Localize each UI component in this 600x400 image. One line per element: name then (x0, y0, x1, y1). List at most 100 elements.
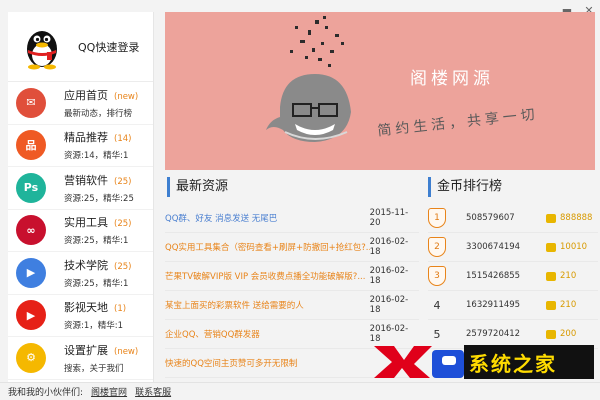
video-icon: ▶ (16, 257, 46, 288)
creative-cloud-icon: ∞ (16, 215, 46, 246)
gold-coin-icon (546, 271, 556, 281)
gold-coin-icon (546, 329, 556, 339)
sidebar-item-title: 技术学院 (25) (64, 257, 131, 273)
sidebar-item[interactable]: ▶ 影视天地 (1) 资源:1，精华:1 (8, 295, 153, 337)
resource-date: 2016-02-18 (369, 237, 409, 257)
ranking-qq-number: 2579720412 (466, 329, 521, 339)
sidebar-item-label: 精品推荐 (64, 131, 108, 145)
sidebar-item-title: 设置扩展 (new) (64, 342, 138, 358)
resource-row[interactable]: 某宝上面买的彩票软件 送给需要的人 2016-02-18 (165, 291, 419, 320)
ranking-qq-number: 508579607 (466, 213, 515, 223)
sidebar-item-count: (25) (114, 176, 132, 187)
sidebar-item-subtitle: 资源:25，精华:25 (64, 193, 134, 204)
sidebar-item-label: 营销软件 (64, 173, 108, 187)
sidebar-item-count: (25) (114, 219, 132, 230)
sidebar-item-text: 设置扩展 (new) 搜索，关于我们 (64, 342, 138, 374)
resource-title-link[interactable]: 企业QQ、营销QQ群发器 (165, 328, 370, 340)
sidebar-item[interactable]: ∞ 实用工具 (25) 资源:25，精华:1 (8, 210, 153, 252)
ranking-row: 2 3300674194 10010 (428, 233, 598, 262)
ranking-row: 3 1515426855 210 (428, 262, 598, 291)
sidebar-item-label: 技术学院 (64, 258, 108, 272)
youtube-icon: ▶ (16, 300, 46, 331)
sidebar-item-text: 应用首页 (new) 最新动态，排行榜 (64, 87, 138, 119)
ranking-coin-score: 200 (560, 329, 577, 339)
sidebar-item-count: (25) (114, 261, 132, 272)
ranking-row: 4 1632911495 210 (428, 291, 598, 320)
sidebar-item-title: 应用首页 (new) (64, 87, 138, 103)
nav-menu: ✉ 应用首页 (new) 最新动态，排行榜 品 精品推荐 (14) 资源:14，… (8, 82, 153, 380)
resource-title-link[interactable]: 快速的QQ空间主页赞可多开无限制 (165, 357, 370, 369)
qq-login-button[interactable]: QQ快速登录 (8, 12, 153, 82)
sidebar-item-title: 实用工具 (25) (64, 214, 131, 230)
resource-date: 2016-02-18 (369, 266, 409, 286)
sidebar-item-label: 应用首页 (64, 88, 108, 102)
mail-icon: ✉ (16, 87, 46, 118)
contact-support-link[interactable]: 联系客服 (135, 385, 171, 398)
resource-title-link[interactable]: 芒果TV破解VIP版 VIP 会员收费点播全功能破解版?... (165, 270, 370, 282)
ranking-coin-score: 10010 (560, 242, 588, 252)
medal-rank-icon: 2 (428, 237, 446, 257)
photoshop-icon: Ps (16, 172, 46, 203)
sidebar-item-subtitle: 资源:25，精华:1 (64, 236, 129, 247)
official-site-link[interactable]: 阁楼官网 (91, 385, 127, 398)
sidebar-item-label: 设置扩展 (64, 343, 108, 357)
rank-number: 5 (433, 327, 441, 341)
sidebar-item-title: 精品推荐 (14) (64, 129, 131, 145)
resource-row[interactable]: QQ群、好友 消息发送 无尾巴 2015-11-20 (165, 204, 419, 233)
medal-rank-icon: 1 (428, 208, 446, 228)
sidebar-item-text: 精品推荐 (14) 资源:14，精华:1 (64, 129, 131, 161)
ranking-coin-score: 210 (560, 300, 577, 310)
ranking-coin-score: 210 (560, 271, 577, 281)
ranking-qq-number: 1515426855 (466, 271, 521, 281)
sidebar-item-count: (new) (114, 91, 139, 102)
sidebar-item-subtitle: 最新动态，排行榜 (64, 108, 133, 119)
login-label: QQ快速登录 (78, 40, 140, 54)
watermark-text: 系统之家 (469, 352, 557, 376)
sidebar-item-count: (new) (114, 346, 139, 357)
xp-watermark-logo: 系统之家 (372, 342, 594, 380)
resource-date: 2016-02-18 (369, 295, 409, 315)
resource-row[interactable]: 芒果TV破解VIP版 VIP 会员收费点播全功能破解版?... 2016-02-… (165, 262, 419, 291)
sidebar-item[interactable]: ⚙ 设置扩展 (new) 搜索，关于我们 (8, 337, 153, 380)
whale-mascot-illustration (266, 16, 351, 142)
brand-title: 阁楼网源 (410, 69, 494, 89)
sidebar-item-subtitle: 资源:14，精华:1 (64, 151, 129, 162)
sidebar-item-label: 影视天地 (64, 301, 108, 315)
sidebar-item-text: 营销软件 (25) 资源:25，精华:25 (64, 172, 134, 204)
resource-row[interactable]: QQ实用工具集合（密码查看+刷屏+防撤回+抢红包?... 2016-02-18 (165, 233, 419, 262)
gold-coin-icon (546, 213, 556, 223)
rank-number: 4 (433, 298, 441, 312)
ranking-row: 1 508579607 888888 (428, 204, 598, 233)
sidebar-item[interactable]: Ps 营销软件 (25) 资源:25，精华:25 (8, 167, 153, 210)
sidebar-item-count: (14) (114, 134, 132, 145)
ranking-coin-score: 888888 (560, 213, 593, 223)
sidebar-item-text: 影视天地 (1) 资源:1，精华:1 (64, 299, 126, 331)
resource-title-link[interactable]: QQ实用工具集合（密码查看+刷屏+防撤回+抢红包?... (165, 241, 370, 253)
medal-rank-icon: 3 (428, 266, 446, 286)
qq-penguin-icon (27, 30, 57, 69)
sidebar: QQ快速登录 ✉ 应用首页 (new) 最新动态，排行榜 品 精品推荐 (14)… (8, 12, 154, 382)
sidebar-item[interactable]: ▶ 技术学院 (25) 资源:25，精华:1 (8, 252, 153, 295)
latest-resources-heading: 最新资源 (167, 177, 228, 197)
sidebar-item[interactable]: ✉ 应用首页 (new) 最新动态，排行榜 (8, 82, 153, 125)
resource-title-link[interactable]: 某宝上面买的彩票软件 送给需要的人 (165, 299, 370, 311)
coin-ranking-list: 1 508579607 888888 2 3300674194 10010 3 … (428, 204, 598, 349)
gold-coin-icon (546, 300, 556, 310)
coin-ranking-heading: 金币排行榜 (428, 177, 502, 197)
sitemap-icon: 品 (16, 130, 46, 161)
sidebar-item-title: 营销软件 (25) (64, 172, 134, 188)
footer-bar: 我和我的小伙伴们: 阁楼官网 联系客服 (0, 382, 600, 400)
sidebar-item-text: 实用工具 (25) 资源:25，精华:1 (64, 214, 131, 246)
sidebar-item-title: 影视天地 (1) (64, 299, 126, 315)
ranking-qq-number: 3300674194 (466, 242, 521, 252)
resource-title-link[interactable]: QQ群、好友 消息发送 无尾巴 (165, 212, 370, 224)
sidebar-item-text: 技术学院 (25) 资源:25，精华:1 (64, 257, 131, 289)
sidebar-item-subtitle: 资源:25，精华:1 (64, 278, 129, 289)
sidebar-item-subtitle: 资源:1，精华:1 (64, 321, 124, 332)
banner: 阁楼网源 简约生活，共享一切 (165, 12, 595, 170)
sidebar-item-count: (1) (114, 304, 127, 315)
gear-icon: ⚙ (16, 342, 46, 373)
sidebar-item[interactable]: 品 精品推荐 (14) 资源:14，精华:1 (8, 125, 153, 167)
gold-coin-icon (546, 242, 556, 252)
resource-date: 2015-11-20 (369, 208, 409, 228)
